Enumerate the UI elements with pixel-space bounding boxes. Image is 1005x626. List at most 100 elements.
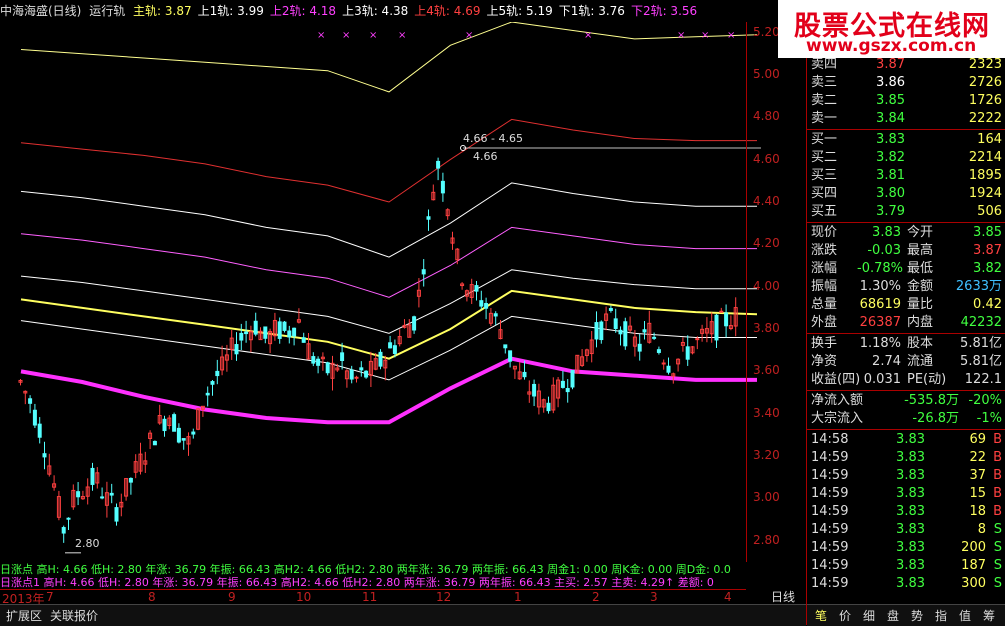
candle-body-71: [359, 367, 364, 371]
y-axis: 5.20 5.00 4.80 4.60 4.40 4.20 4.00 3.80 3.60 3.40…: [746, 22, 807, 562]
ask-volume: 2222: [968, 111, 1002, 126]
tick-side: B: [993, 432, 1002, 447]
fundamental-row-2: 收益(四) 0.031 PE(动) 122.1: [807, 371, 1005, 389]
fundamental-value-2: 5.81亿: [960, 354, 1002, 369]
tick-volume: 187: [961, 558, 986, 573]
stats-line-1: 日涨点 高H: 4.66 低H: 2.80 年涨: 36.79 年振: 66.4…: [0, 563, 731, 576]
candle-body-97: [484, 303, 489, 309]
ask-label: 卖三: [811, 75, 838, 90]
candle-body-113: [560, 380, 565, 388]
candle-body-114: [565, 388, 570, 393]
candle-body-9: [61, 527, 66, 534]
tick-time: 14:59: [811, 540, 849, 555]
quote-row-0: 现价 3.83 今开 3.85: [807, 224, 1005, 242]
candle-body-30: [162, 418, 167, 432]
candle-body-32: [172, 414, 177, 432]
tick-volume: 300: [961, 576, 986, 591]
ask-volume: 1726: [968, 93, 1002, 108]
bid-label: 买三: [811, 168, 838, 183]
y-tick-9: 3.40: [753, 405, 780, 420]
signal-marker-2: ×: [369, 30, 377, 41]
candle-body-36: [191, 431, 196, 435]
price-chart[interactable]: 4.66 - 4.65 4.66 2.80 × × × × × × × × ×: [0, 22, 776, 562]
tick-price: 3.83: [896, 486, 925, 501]
flow-row-1: 大宗流入 -26.8万 -1%: [807, 410, 1005, 428]
fundamental-label: 换手: [811, 336, 838, 351]
candle-body-107: [532, 383, 537, 397]
candle-body-105: [522, 371, 527, 378]
tick-time: 14:59: [811, 486, 849, 501]
tick-time: 14:59: [811, 450, 849, 465]
x-tick-6: 12: [436, 590, 452, 604]
ask-label: 卖二: [811, 93, 838, 108]
right-tab-7[interactable]: 筹: [983, 607, 995, 624]
tick-price: 3.83: [896, 504, 925, 519]
tick-side: B: [993, 504, 1002, 519]
candle-body-19: [109, 492, 114, 496]
ask-label: 卖四: [811, 57, 838, 72]
y-tick-3: 4.60: [753, 151, 780, 166]
x-tick-8: 2: [592, 590, 600, 604]
right-tab-6[interactable]: 值: [959, 607, 971, 624]
tick-row-6: 14:59 3.83 200 S: [807, 539, 1005, 557]
ask-row-1: 卖三 3.86 2726: [807, 74, 1005, 92]
tick-row-3: 14:59 3.83 15 B: [807, 485, 1005, 503]
x-tick-10: 4: [724, 590, 732, 604]
indicator-value-3: 上3轨: 4.38: [342, 4, 409, 18]
candle-body-3: [32, 409, 37, 426]
quote-value-2: 3.87: [973, 243, 1002, 258]
quote-row-4: 总量 68619 量比 0.42: [807, 296, 1005, 314]
bid-volume: 506: [977, 204, 1002, 219]
candle-body-12: [76, 491, 81, 498]
candle-body-23: [128, 477, 133, 483]
ask-row-2: 卖二 3.85 1726: [807, 92, 1005, 110]
bid-volume: 164: [977, 132, 1002, 147]
indicator-name: 运行轨: [89, 4, 126, 18]
flow-percent: -1%: [976, 411, 1002, 426]
right-tab-3[interactable]: 盘: [887, 607, 899, 624]
tick-price: 3.83: [896, 576, 925, 591]
stats-panel: 日涨点 高H: 4.66 低H: 2.80 年涨: 36.79 年振: 66.4…: [0, 563, 776, 589]
y-tick-11: 3.00: [753, 490, 780, 505]
quote-value-2: 0.42: [973, 297, 1002, 312]
tick-row-0: 14:58 3.83 69 B: [807, 431, 1005, 449]
ask-price: 3.87: [876, 57, 905, 72]
fundamental-label-2: 股本: [907, 336, 934, 351]
candle-body-39: [205, 392, 210, 396]
candle-body-132: [652, 336, 657, 339]
ask-price: 3.84: [876, 111, 905, 126]
quote-row-1: 涨跌 -0.03 最高 3.87: [807, 242, 1005, 260]
signal-marker-4: ×: [465, 30, 473, 41]
quote-label: 涨跌: [811, 243, 838, 258]
signal-marker-6: ×: [677, 30, 685, 41]
ask-row-3: 卖一 3.84 2222: [807, 110, 1005, 128]
signal-marker-5: ×: [584, 30, 592, 41]
bid-row-3: 买四 3.80 1924: [807, 185, 1005, 203]
bid-volume: 2214: [968, 150, 1002, 165]
right-tab-1[interactable]: 价: [839, 607, 851, 624]
right-tab-4[interactable]: 势: [911, 607, 923, 624]
candle-body-51: [263, 326, 268, 339]
quote-label: 涨幅: [811, 261, 838, 276]
candle-body-87: [436, 160, 441, 169]
period-label[interactable]: 日线: [760, 588, 806, 604]
tick-time: 14:59: [811, 504, 849, 519]
right-tab-0[interactable]: 笔: [815, 607, 827, 624]
tab-related-quotes[interactable]: 关联报价: [50, 607, 98, 624]
candle-body-135: [666, 365, 671, 373]
band-line-4: [20, 269, 757, 334]
candle-body-5: [42, 453, 47, 458]
ask-price: 3.85: [876, 93, 905, 108]
quote-value: 1.30%: [859, 279, 901, 294]
tick-row-7: 14:59 3.83 187 S: [807, 557, 1005, 575]
band-line-1: [20, 118, 757, 203]
bid-price: 3.80: [876, 186, 905, 201]
right-tab-5[interactable]: 指: [935, 607, 947, 624]
tab-extension[interactable]: 扩展区: [6, 607, 42, 624]
fundamental-value: 1.18%: [859, 336, 901, 351]
x-tick-1: 7: [46, 590, 54, 604]
right-tab-2[interactable]: 细: [863, 607, 875, 624]
candle-body-55: [282, 321, 287, 331]
x-tick-2: 8: [148, 590, 156, 604]
candle-body-28: [152, 440, 157, 446]
